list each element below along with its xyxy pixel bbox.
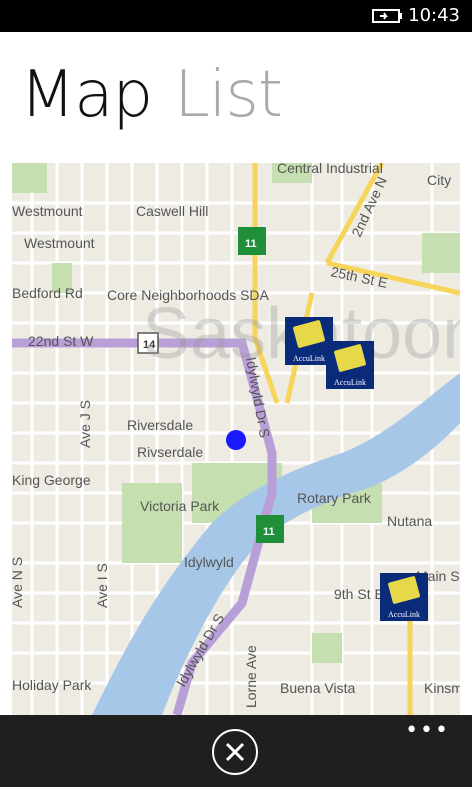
label-idylwyld: Idylwyld [184, 554, 234, 570]
label-ave-i-s: Ave I S [94, 563, 110, 608]
acculink-pin-2[interactable]: AccuLink [326, 341, 374, 389]
label-lorne-ave: Lorne Ave [243, 645, 259, 708]
highway-11-label-south: 11 [263, 526, 275, 538]
label-city: City [427, 172, 451, 188]
current-location-marker [226, 430, 246, 450]
label-rotary-park: Rotary Park [297, 490, 372, 506]
label-nutana: Nutana [387, 513, 432, 529]
status-bar: 10:43 [0, 0, 472, 32]
svg-text:AccuLink: AccuLink [388, 610, 420, 619]
svg-text:AccuLink: AccuLink [334, 378, 366, 387]
label-holiday-park: Holiday Park [12, 677, 92, 693]
label-westmount-1: Westmount [12, 203, 83, 219]
close-button[interactable] [212, 729, 258, 775]
clock: 10:43 [408, 5, 460, 26]
label-westmount-2: Westmount [24, 235, 95, 251]
label-buena-vista: Buena Vista [280, 680, 355, 696]
label-9th-st-e: 9th St E [334, 586, 384, 602]
label-core-neighborhoods: Core Neighborhoods SDA [107, 287, 270, 303]
svg-text:AccuLink: AccuLink [293, 354, 325, 363]
label-ave-n-s: Ave N S [12, 557, 25, 608]
label-king-george: King George [12, 472, 91, 488]
acculink-logo-icon: AccuLink [380, 573, 428, 621]
label-25th-st-e: 25th St E [329, 263, 389, 291]
close-icon [225, 742, 245, 762]
acculink-pin-3[interactable]: AccuLink [380, 573, 428, 621]
battery-icon [372, 9, 402, 23]
map-view[interactable]: 14 11 11 Saskatoon Westmount Westmount C… [12, 163, 460, 715]
pivot-tab-map[interactable]: Map [20, 58, 153, 132]
acculink-logo-icon: AccuLink [326, 341, 374, 389]
pivot-tab-list[interactable]: List [174, 58, 283, 132]
label-victoria-park: Victoria Park [140, 498, 220, 514]
label-central-industrial: Central Industrial [277, 163, 383, 176]
label-rivserdale: Rivserdale [137, 444, 203, 460]
label-kinsmen: Kinsmen [424, 680, 460, 696]
highway-11-label-north: 11 [245, 238, 257, 250]
label-bedford-rd: Bedford Rd [12, 285, 83, 301]
pivot-header: Map List [20, 58, 304, 138]
label-caswell-hill: Caswell Hill [136, 203, 208, 219]
label-ave-j-s: Ave J S [77, 400, 93, 448]
label-22nd-st-w: 22nd St W [28, 333, 94, 349]
label-riversdale: Riversdale [127, 417, 193, 433]
more-icon[interactable]: ••• [405, 718, 450, 743]
